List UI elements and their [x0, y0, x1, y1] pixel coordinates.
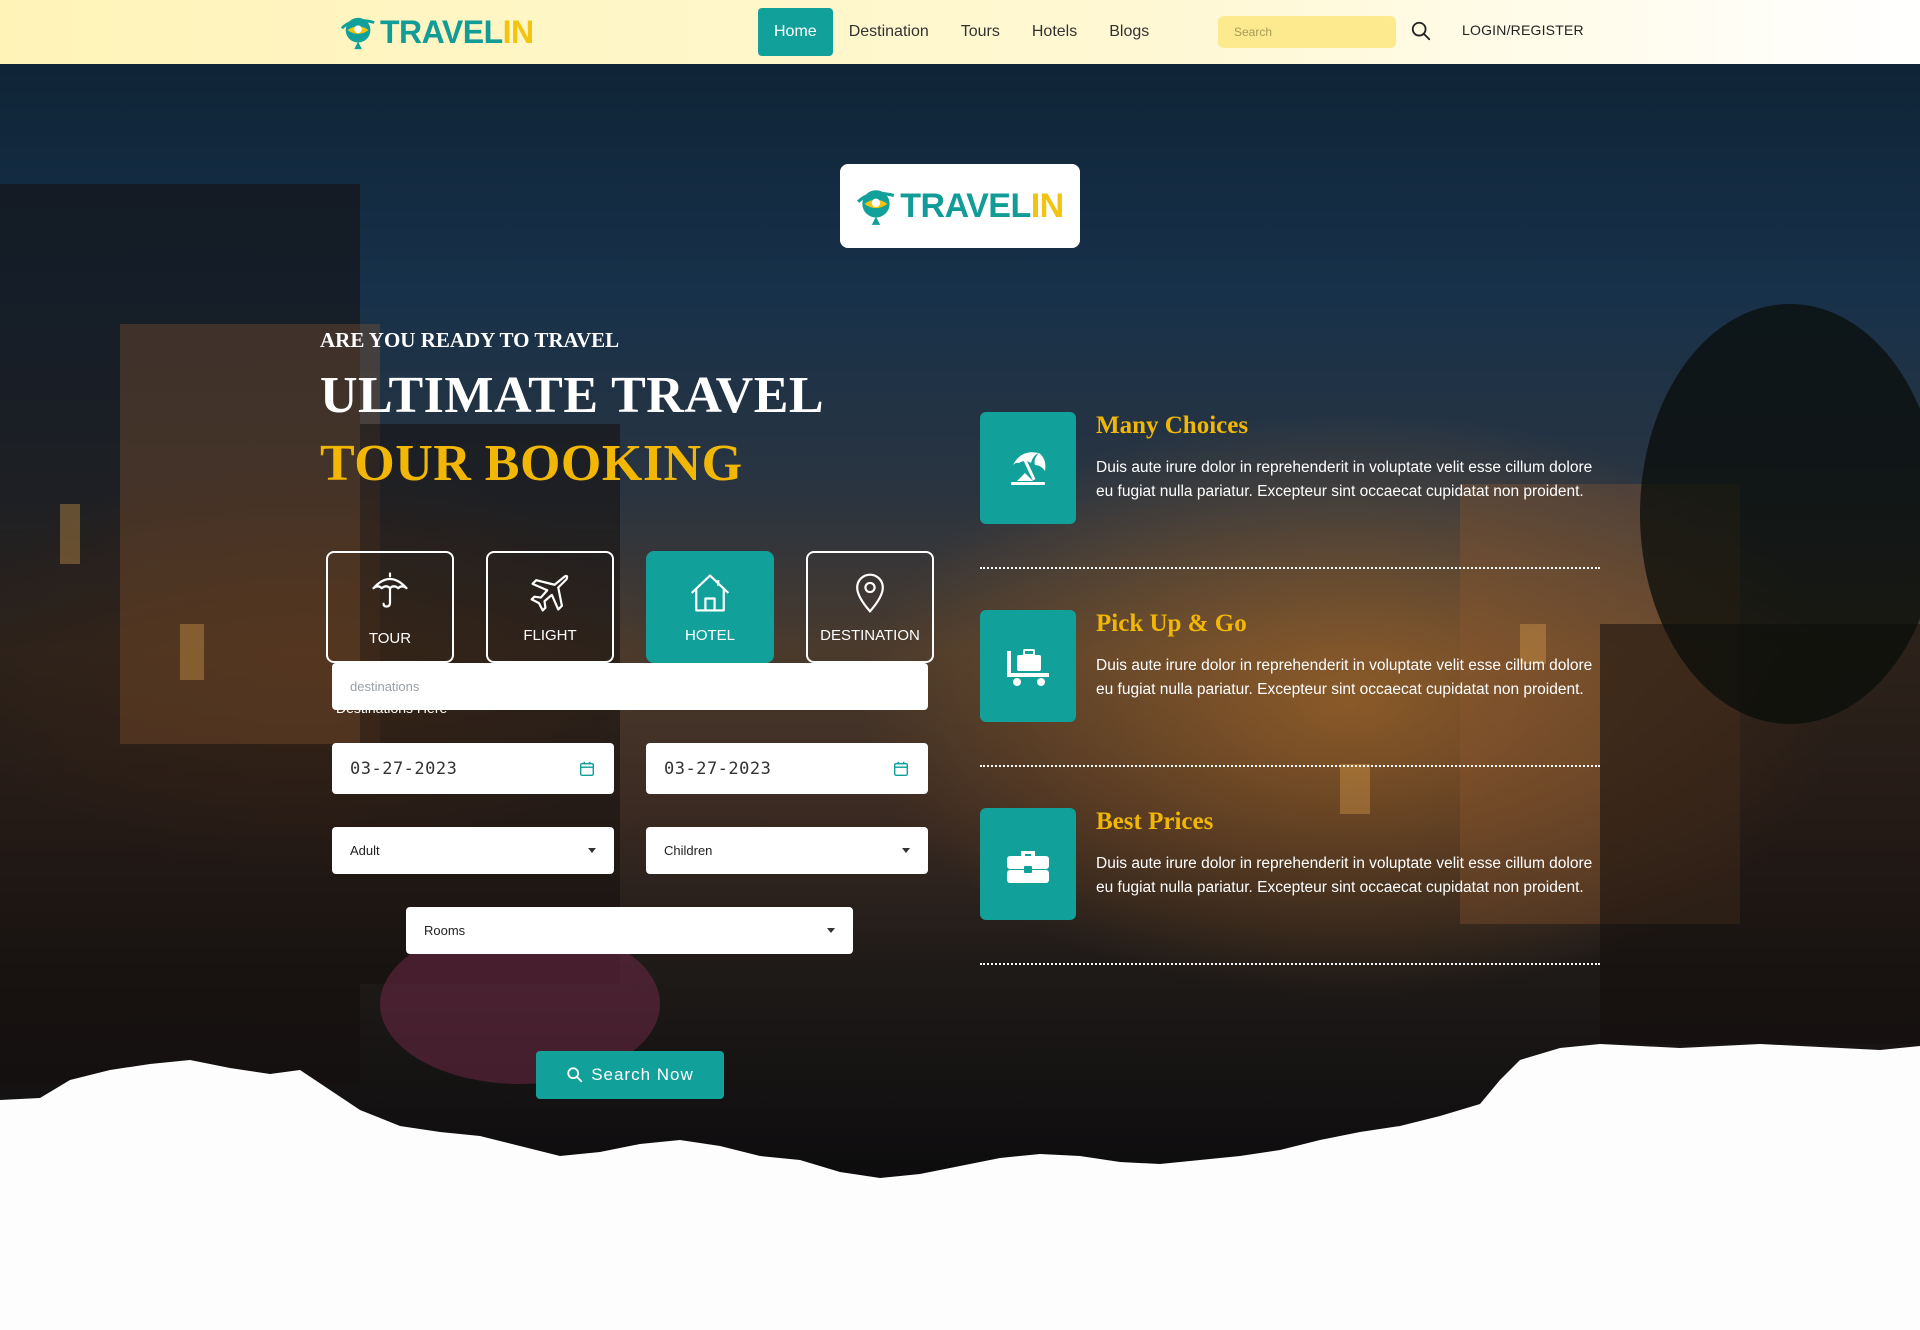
feature-icon-box: [980, 412, 1076, 524]
adult-select-value: Adult: [350, 843, 380, 858]
adult-select[interactable]: Adult: [332, 827, 614, 874]
search-now-button[interactable]: Search Now: [536, 1051, 724, 1099]
tab-label: TOUR: [368, 629, 412, 647]
tab-label: FLIGHT: [523, 626, 577, 644]
location-pin-icon: [856, 573, 884, 613]
feature-description: Duis aute irure dolor in reprehenderit i…: [1096, 855, 1593, 896]
calendar-icon[interactable]: [892, 760, 910, 778]
beach-umbrella-icon: [1011, 452, 1046, 485]
hero-section: TRAVELIN ARE YOU READY TO TRAVEL ULTIMAT…: [0, 64, 1920, 1194]
tab-flight[interactable]: FLIGHT: [486, 551, 614, 663]
chevron-down-icon: [902, 848, 910, 853]
check-out-date-field[interactable]: 03-27-2023: [646, 743, 928, 794]
tab-tour[interactable]: TOUR: [326, 551, 454, 663]
feature-divider: [980, 963, 1600, 965]
hero-pre-title: ARE YOU READY TO TRAVEL: [320, 328, 620, 352]
bg-window: [180, 624, 204, 680]
search-icon: [567, 1067, 583, 1083]
bg-tree: [1640, 304, 1920, 724]
chevron-down-icon: [588, 848, 596, 853]
feature-icon-box: [980, 610, 1076, 722]
logo-globe-icon: [857, 190, 895, 225]
bg-window: [60, 504, 80, 564]
tab-label: DESTINATION: [820, 626, 920, 644]
nav-item-blogs[interactable]: Blogs: [1093, 8, 1165, 56]
check-in-date-value: 03-27-2023: [350, 758, 458, 779]
brand-name: TRAVELIN: [900, 186, 1064, 225]
torn-paper-divider: [0, 1044, 1920, 1330]
feature-description: Duis aute irure dolor in reprehenderit i…: [1096, 459, 1593, 500]
house-icon: [690, 573, 730, 612]
search-icon[interactable]: [1410, 20, 1432, 42]
rooms-select[interactable]: Rooms: [406, 907, 853, 954]
feature-divider: [980, 765, 1600, 767]
tab-hotel[interactable]: HOTEL: [646, 551, 774, 663]
hero-title-line1: ULTIMATE TRAVEL: [320, 367, 825, 424]
destination-input[interactable]: [350, 679, 910, 694]
main-nav: Home Destination Tours Hotels Blogs: [758, 8, 1165, 56]
tab-label: HOTEL: [684, 626, 735, 644]
feature-title: Best Prices: [1096, 808, 1214, 835]
nav-item-home[interactable]: Home: [758, 8, 833, 56]
chevron-down-icon: [827, 928, 835, 933]
nav-item-destination[interactable]: Destination: [833, 8, 945, 56]
children-select-value: Children: [664, 843, 713, 858]
destination-field[interactable]: [332, 663, 928, 710]
airplane-icon: [530, 574, 569, 612]
nav-item-hotels[interactable]: Hotels: [1016, 8, 1093, 56]
feature-title: Many Choices: [1096, 412, 1249, 439]
nav-item-tours[interactable]: Tours: [945, 8, 1016, 56]
search-now-label: Search Now: [591, 1065, 694, 1084]
children-select[interactable]: Children: [646, 827, 928, 874]
bg-window: [1340, 764, 1370, 814]
check-out-date-value: 03-27-2023: [664, 758, 772, 779]
umbrella-icon: [372, 571, 408, 608]
calendar-icon[interactable]: [578, 760, 596, 778]
feature-description: Duis aute irure dolor in reprehenderit i…: [1096, 657, 1593, 698]
tab-destination[interactable]: DESTINATION: [806, 551, 934, 663]
feature-icon-box: [980, 808, 1076, 920]
briefcase-icon: [1007, 851, 1049, 883]
nav-search-input[interactable]: [1218, 16, 1396, 48]
hero-title-line2: TOUR BOOKING: [320, 435, 743, 492]
check-in-date-field[interactable]: 03-27-2023: [332, 743, 614, 794]
login-register-link[interactable]: LOGIN/REGISTER: [1462, 22, 1584, 38]
logo-globe-icon: [340, 17, 375, 50]
brand-logo[interactable]: TRAVELIN: [340, 12, 534, 52]
luggage-cart-icon: [1007, 649, 1049, 686]
top-navbar: TRAVELIN Home Destination Tours Hotels B…: [0, 0, 1920, 64]
feature-divider: [980, 567, 1600, 569]
rooms-select-value: Rooms: [424, 923, 466, 938]
brand-name: TRAVELIN: [380, 13, 534, 50]
hero-logo: TRAVELIN: [840, 164, 1080, 248]
feature-title: Pick Up & Go: [1096, 610, 1247, 637]
